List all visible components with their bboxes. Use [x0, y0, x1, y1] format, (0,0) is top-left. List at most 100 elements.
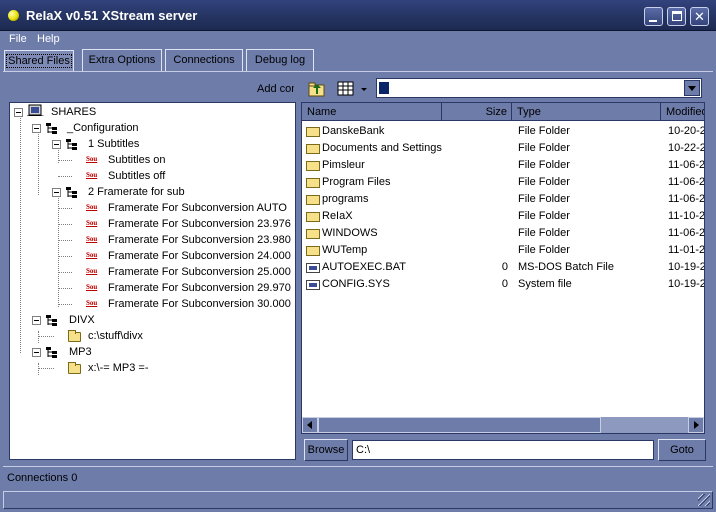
tab-debug-log[interactable]: Debug log — [246, 49, 314, 71]
file-modified: 10-20-20 — [668, 125, 704, 137]
add-connection-label: Add con — [257, 83, 294, 95]
maximize-button[interactable] — [667, 7, 686, 26]
tree-line — [20, 115, 21, 353]
scroll-thumb[interactable] — [318, 417, 601, 433]
collapse-icon[interactable] — [32, 348, 41, 357]
tab-shared-files[interactable]: Shared Files — [4, 50, 74, 72]
tree-label: _Configuration — [67, 122, 139, 134]
file-type: File Folder — [518, 210, 570, 222]
shares-tree[interactable]: SHARES _Configuration 1 Subtitles Sou Su… — [9, 102, 296, 460]
column-header-name[interactable]: Name — [302, 103, 442, 121]
collapse-icon[interactable] — [14, 108, 23, 117]
file-type: File Folder — [518, 159, 570, 171]
file-name: Program Files — [322, 176, 391, 188]
minimize-button[interactable] — [644, 7, 663, 26]
file-name: WUTemp — [322, 244, 368, 256]
option-icon: Sou — [86, 219, 98, 227]
path-combo[interactable] — [376, 78, 702, 98]
tree-line — [58, 208, 72, 209]
path-value: C:\ — [356, 444, 371, 456]
column-label: Size — [485, 106, 507, 118]
combo-selection — [379, 82, 389, 94]
file-modified: 11-06-20 — [668, 193, 705, 205]
folder-icon — [306, 229, 320, 239]
share-group-icon — [46, 347, 57, 358]
folder-icon — [306, 178, 320, 188]
file-row[interactable]: AUTOEXEC.BAT 0 MS-DOS Batch File 10-19-2… — [302, 259, 704, 276]
folder-icon — [306, 127, 320, 137]
folder-icon — [306, 195, 320, 205]
tree-label: Framerate For Subconversion 29.970 — [108, 282, 291, 294]
collapse-icon[interactable] — [52, 140, 61, 149]
column-header-type[interactable]: Type — [512, 103, 661, 121]
browse-button[interactable]: Browse — [304, 439, 348, 461]
tree-label: Subtitles off — [108, 170, 166, 182]
scroll-right-icon[interactable] — [688, 417, 704, 433]
file-row[interactable]: Pimsleur File Folder 11-06-20 — [302, 157, 704, 174]
folder-icon — [306, 212, 320, 222]
system-file-icon — [306, 280, 320, 290]
menu-help-label: Help — [37, 33, 60, 45]
collapse-icon[interactable] — [32, 316, 41, 325]
horizontal-scrollbar[interactable] — [302, 417, 704, 433]
file-row[interactable]: Program Files File Folder 11-06-20 — [302, 174, 705, 191]
tab-connections[interactable]: Connections — [165, 49, 243, 71]
tab-panel-border — [3, 71, 713, 72]
view-mode-button[interactable] — [336, 79, 370, 99]
file-type: File Folder — [518, 142, 570, 154]
tree-label: Framerate For Subconversion 25.000 — [108, 266, 291, 278]
tree-line — [58, 256, 72, 257]
tab-label: Shared Files — [6, 54, 72, 68]
file-row[interactable]: WINDOWS File Folder 11-06-20 — [302, 225, 704, 242]
file-row[interactable]: programs File Folder 11-06-20 — [302, 191, 705, 208]
tree-label: Framerate For Subconversion 24.000 — [108, 250, 291, 262]
chevron-down-icon[interactable] — [684, 80, 700, 96]
column-header-modified[interactable]: Modified — [661, 103, 704, 121]
column-label: Type — [517, 106, 541, 118]
app-icon — [8, 10, 19, 21]
button-label: Browse — [307, 444, 345, 456]
menu-file-label: File — [9, 33, 27, 45]
file-modified: 11-01-20 — [668, 244, 705, 256]
file-row[interactable]: ReIaX File Folder 11-10-20 — [302, 208, 704, 225]
tab-label: Connections — [173, 54, 235, 66]
tree-label: Framerate For Subconversion 30.000 — [108, 298, 291, 310]
resize-grip-icon[interactable] — [698, 494, 710, 506]
file-row[interactable]: WUTemp File Folder 11-01-20 — [302, 242, 705, 259]
collapse-icon[interactable] — [32, 124, 41, 133]
path-input[interactable]: C:\ — [352, 440, 654, 460]
scroll-left-icon[interactable] — [302, 417, 318, 433]
title-bar[interactable]: ReIaX v0.51 XStream server ✕ — [0, 0, 716, 31]
file-type: File Folder — [518, 193, 570, 205]
tree-label: SHARES — [51, 106, 97, 118]
column-header-size[interactable]: Size — [442, 103, 512, 121]
folder-icon — [306, 161, 320, 171]
file-name: AUTOEXEC.BAT — [322, 261, 406, 273]
file-modified: 11-06-20 — [668, 176, 705, 188]
tab-extra-options[interactable]: Extra Options — [82, 49, 162, 71]
tree-label: DIVX — [69, 314, 95, 326]
file-row[interactable]: DanskeBank File Folder 10-20-20 — [302, 123, 704, 140]
file-list[interactable]: Name Size Type Modified DanskeBank File … — [301, 102, 705, 434]
menu-help[interactable]: Help — [37, 33, 60, 45]
tree-line — [58, 240, 72, 241]
tree-line — [58, 160, 72, 161]
close-button[interactable]: ✕ — [690, 7, 709, 26]
tree-label: 2 Framerate for sub — [88, 186, 185, 198]
tree-line — [38, 336, 54, 337]
tree-line — [58, 224, 72, 225]
file-name: DanskeBank — [322, 125, 385, 137]
batch-file-icon — [306, 263, 320, 273]
folder-icon — [306, 144, 320, 154]
file-row[interactable]: CONFIG.SYS 0 System file 10-19-20 — [302, 276, 704, 293]
collapse-icon[interactable] — [52, 188, 61, 197]
tree-line — [58, 304, 72, 305]
add-share-button[interactable] — [307, 79, 327, 99]
option-icon: Sou — [86, 235, 98, 243]
menu-file[interactable]: File — [9, 33, 27, 45]
file-name: programs — [322, 193, 369, 205]
file-modified: 10-19-20 — [668, 278, 704, 290]
goto-button[interactable]: Goto — [658, 439, 706, 461]
tree-label: Framerate For Subconversion 23.976 — [108, 218, 291, 230]
file-row[interactable]: Documents and Settings File Folder 10-22… — [302, 140, 704, 157]
